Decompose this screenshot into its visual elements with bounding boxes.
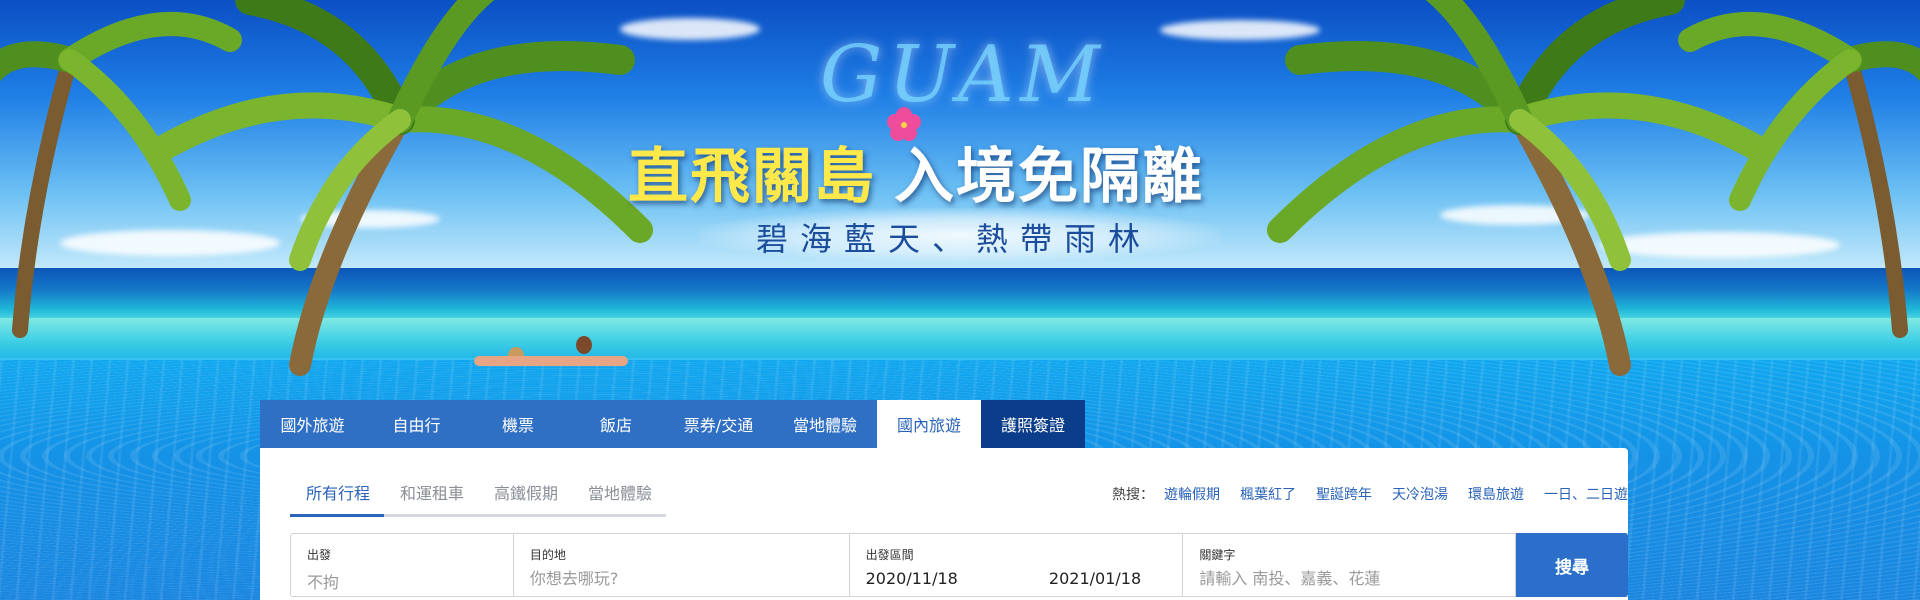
period-field: 出發區間 2020/11/18 2021/01/18: [850, 534, 1184, 596]
guam-watermark: GUAM: [820, 30, 1106, 120]
hot-link-hot-spring[interactable]: 天冷泡湯: [1392, 484, 1448, 504]
departure-field[interactable]: 出發 不拘: [291, 534, 514, 596]
departure-value: 不拘: [307, 573, 340, 592]
keyword-input[interactable]: [1199, 569, 1500, 588]
destination-field: 目的地: [514, 534, 850, 596]
hot-link-island-tour[interactable]: 環島旅遊: [1468, 484, 1524, 504]
subtab-hsr-holiday[interactable]: 高鐵假期: [478, 480, 572, 517]
period-label: 出發區間: [865, 548, 914, 562]
subtab-local-experience[interactable]: 當地體驗: [572, 480, 666, 517]
tab-label: 機票: [501, 416, 534, 435]
tab-domestic-tour[interactable]: 國內旅遊: [877, 400, 981, 448]
tab-flights[interactable]: 機票: [468, 400, 568, 448]
keyword-field: 關鍵字: [1183, 534, 1517, 596]
swimmers-arms: [474, 356, 628, 366]
hot-link-maple[interactable]: 楓葉紅了: [1240, 484, 1296, 504]
search-button[interactable]: 搜尋: [1516, 533, 1628, 597]
keyword-label: 關鍵字: [1199, 548, 1236, 562]
tab-free-travel[interactable]: 自由行: [365, 400, 468, 448]
hot-link-day-trip[interactable]: 一日、二日遊: [1544, 484, 1628, 504]
category-subtabs: 所有行程 和運租車 高鐵假期 當地體驗: [290, 480, 667, 517]
tab-label: 飯店: [599, 416, 632, 435]
search-form: 出發 不拘 目的地 出發區間 2020/11/18 2021/01/18 關鍵字…: [290, 533, 1628, 597]
tab-label: 票券/交通: [683, 416, 754, 435]
tab-label: 當地體驗: [792, 416, 857, 435]
swimmer-head: [576, 336, 592, 354]
tab-passport-visa[interactable]: 護照簽證: [981, 400, 1085, 448]
banner-subline: 碧海藍天、熱帶雨林: [756, 220, 1153, 258]
departure-label: 出發: [307, 548, 332, 562]
palm-tree-right-icon: [1267, 0, 1920, 376]
tab-overseas-tour[interactable]: 國外旅遊: [260, 400, 365, 448]
tab-label: 護照簽證: [1000, 416, 1065, 435]
palm-tree-left-icon: [0, 0, 653, 376]
subtab-all-itineraries[interactable]: 所有行程: [290, 480, 385, 517]
destination-input[interactable]: [529, 569, 833, 588]
subtab-car-rental[interactable]: 和運租車: [384, 480, 478, 517]
hot-search: 熱搜： 遊輪假期 楓葉紅了 聖誕跨年 天冷泡湯 環島旅遊 一日、二日遊: [1112, 484, 1628, 504]
search-panel: 所有行程 和運租車 高鐵假期 當地體驗 熱搜： 遊輪假期 楓葉紅了 聖誕跨年 天…: [260, 448, 1628, 600]
end-date-input[interactable]: 2021/01/18: [1049, 569, 1141, 588]
banner-headline: 直飛關島 入境免隔離: [628, 128, 1204, 215]
tab-label: 國內旅遊: [896, 416, 961, 435]
tab-label: 國外旅遊: [280, 416, 345, 435]
tab-hotels[interactable]: 飯店: [568, 400, 664, 448]
hot-search-label: 熱搜：: [1112, 487, 1154, 503]
destination-label: 目的地: [529, 548, 566, 562]
headline-part1: 直飛關島: [628, 142, 876, 212]
headline-part2: 入境免隔離: [894, 142, 1204, 212]
tab-tickets-transport[interactable]: 票券/交通: [664, 400, 773, 448]
hot-link-cruise[interactable]: 遊輪假期: [1164, 484, 1220, 504]
tab-local-experience[interactable]: 當地體驗: [773, 400, 877, 448]
product-tabs: 國外旅遊 自由行 機票 飯店 票券/交通 當地體驗 國內旅遊 護照簽證: [260, 400, 1085, 448]
tab-label: 自由行: [392, 416, 441, 435]
start-date-input[interactable]: 2020/11/18: [866, 569, 958, 588]
hot-link-xmas-newyear[interactable]: 聖誕跨年: [1316, 484, 1372, 504]
